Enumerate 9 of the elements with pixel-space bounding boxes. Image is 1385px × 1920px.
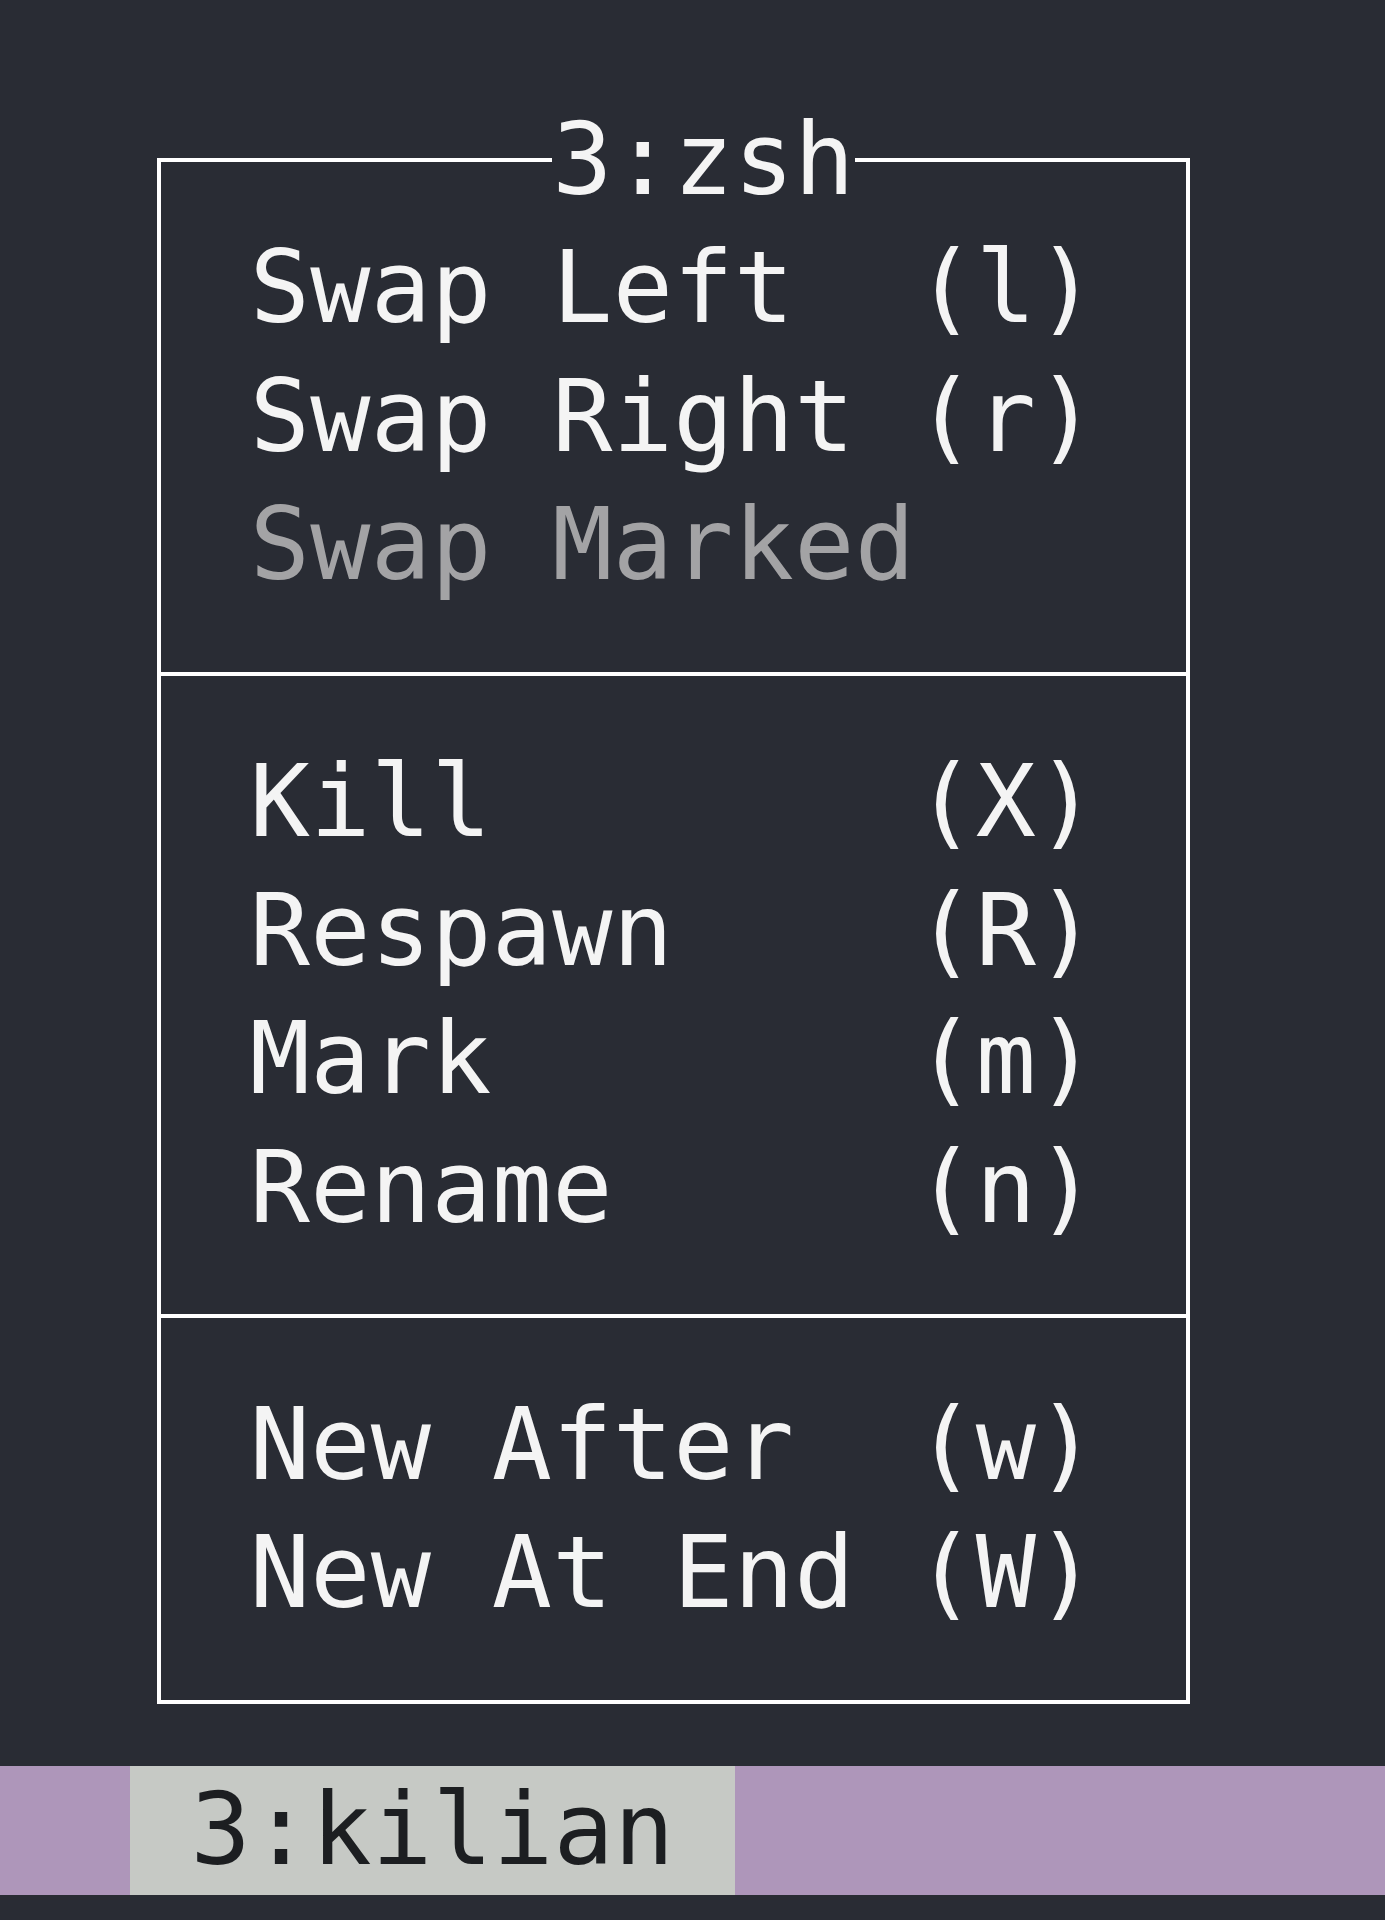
- menu-item[interactable]: New After (w): [249, 1380, 1097, 1509]
- menu-item[interactable]: Swap Left (l): [249, 224, 1097, 353]
- menu-item[interactable]: Kill (X): [249, 738, 1097, 867]
- menu-item[interactable]: Rename (n): [249, 1123, 1097, 1252]
- menu-item[interactable]: Swap Right (r): [249, 352, 1097, 481]
- menu-item[interactable]: Mark (m): [249, 995, 1097, 1124]
- menu-item[interactable]: Respawn (R): [249, 866, 1097, 995]
- menu-item[interactable]: New At End (W): [249, 1509, 1097, 1638]
- window-tab[interactable]: 3:kilian: [130, 1766, 736, 1895]
